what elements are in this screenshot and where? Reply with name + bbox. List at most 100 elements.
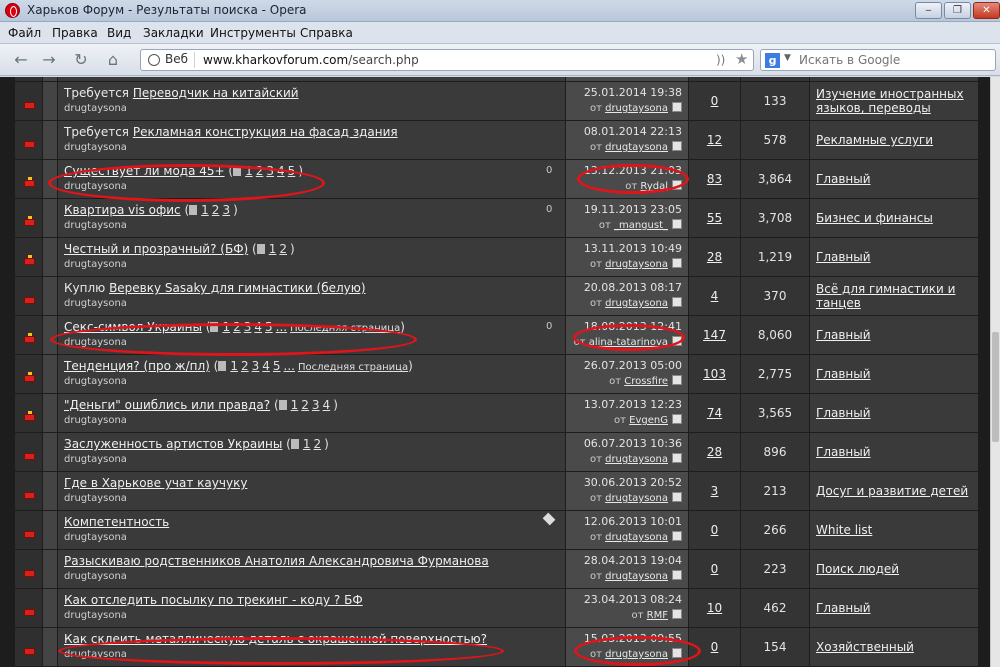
replies-link[interactable]: 10 <box>689 601 740 615</box>
page-link[interactable]: 2 <box>233 320 241 334</box>
page-link[interactable]: 4 <box>277 164 285 178</box>
thread-title-link[interactable]: Переводчик на китайский <box>133 86 299 100</box>
last-poster-link[interactable]: drugtaysona <box>605 142 668 153</box>
go-to-last-post-icon[interactable] <box>672 102 682 112</box>
author[interactable]: drugtaysona <box>64 103 127 114</box>
page-link[interactable]: 1 <box>222 320 230 334</box>
author[interactable]: drugtaysona <box>64 181 127 192</box>
go-to-last-post-icon[interactable] <box>672 531 682 541</box>
page-link[interactable]: 3 <box>244 320 252 334</box>
page-link[interactable]: 5 <box>288 164 296 178</box>
search-box[interactable]: g ▼ <box>760 49 996 71</box>
author[interactable]: drugtaysona <box>64 142 127 153</box>
page-link[interactable]: 3 <box>252 359 260 373</box>
thread-title-link[interactable]: Квартира vis офис <box>64 203 181 217</box>
forum-link[interactable]: Поиск людей <box>816 562 899 576</box>
menu-view[interactable]: Вид <box>107 26 131 40</box>
last-poster-link[interactable]: drugtaysona <box>605 298 668 309</box>
author[interactable]: drugtaysona <box>64 493 127 504</box>
scrollbar[interactable] <box>990 77 1000 667</box>
last-page-link[interactable]: Последняя страница <box>290 323 400 334</box>
menu-bookmarks[interactable]: Закладки <box>143 26 204 40</box>
page-link[interactable]: 1 <box>303 437 311 451</box>
last-poster-link[interactable]: drugtaysona <box>605 571 668 582</box>
forum-link[interactable]: Бизнес и финансы <box>816 211 933 225</box>
address-bar[interactable]: Веб www.kharkovforum.com/search.php )) ★ <box>140 49 754 71</box>
forum-link[interactable]: Главный <box>816 328 871 342</box>
thread-title-link[interactable]: Веревку Sasaky для гимнастики (белую) <box>109 281 366 295</box>
page-link[interactable]: 1 <box>269 242 277 256</box>
thread-title-link[interactable]: Честный и прозрачный? (БФ) <box>64 242 248 256</box>
forum-link[interactable]: Хозяйственный <box>816 640 914 654</box>
author[interactable]: drugtaysona <box>64 220 127 231</box>
replies-link[interactable]: 83 <box>689 172 740 186</box>
last-poster-link[interactable]: RMF <box>647 610 668 621</box>
author[interactable]: drugtaysona <box>64 649 127 660</box>
replies-link[interactable]: 0 <box>689 523 740 537</box>
replies-link[interactable]: 103 <box>689 367 740 381</box>
chevron-down-icon[interactable]: ▼ <box>784 53 791 63</box>
page-link[interactable]: ... <box>276 320 287 334</box>
scrollbar-thumb[interactable] <box>992 332 999 442</box>
page-link[interactable]: ... <box>284 359 295 373</box>
replies-link[interactable]: 55 <box>689 211 740 225</box>
author[interactable]: drugtaysona <box>64 532 127 543</box>
author[interactable]: drugtaysona <box>64 337 127 348</box>
search-input[interactable] <box>799 53 989 67</box>
page-link[interactable]: 3 <box>312 398 320 412</box>
author[interactable]: drugtaysona <box>64 571 127 582</box>
forum-link[interactable]: Главный <box>816 601 871 615</box>
page-link[interactable]: 1 <box>201 203 209 217</box>
minimize-button[interactable]: ‒ <box>915 2 942 19</box>
page-link[interactable]: 1 <box>230 359 238 373</box>
page-link[interactable]: 4 <box>254 320 262 334</box>
page-link[interactable]: 2 <box>279 242 287 256</box>
url-text[interactable]: www.kharkovforum.com/search.php <box>203 53 419 67</box>
page-link[interactable]: 1 <box>291 398 299 412</box>
page-link[interactable]: 2 <box>301 398 309 412</box>
forum-link[interactable]: Рекламные услуги <box>816 133 933 147</box>
google-icon[interactable]: g <box>765 53 780 68</box>
go-to-last-post-icon[interactable] <box>672 336 682 346</box>
thread-title-link[interactable]: "Деньги" ошиблись или правда? <box>64 398 270 412</box>
rss-icon[interactable]: )) <box>716 53 725 67</box>
forum-link[interactable]: Всё для гимнастики и танцев <box>816 282 955 310</box>
thread-title-link[interactable]: Тенденция? (про ж/пл) <box>64 359 210 373</box>
last-poster-link[interactable]: drugtaysona <box>605 103 668 114</box>
menu-tools[interactable]: Инструменты <box>210 26 296 40</box>
author[interactable]: drugtaysona <box>64 415 127 426</box>
page-link[interactable]: 3 <box>266 164 274 178</box>
forward-icon[interactable]: → <box>38 50 60 70</box>
page-link[interactable]: 2 <box>256 164 264 178</box>
maximize-button[interactable]: ❐ <box>944 2 971 19</box>
go-to-last-post-icon[interactable] <box>672 648 682 658</box>
menu-file[interactable]: Файл <box>8 26 41 40</box>
thread-title-link[interactable]: Рекламная конструкция на фасад здания <box>133 125 398 139</box>
thread-title-link[interactable]: Как отследить посылку по трекинг - коду … <box>64 593 363 607</box>
thread-title-link[interactable]: Разыскиваю родственников Анатолия Алекса… <box>64 554 489 568</box>
author[interactable]: drugtaysona <box>64 298 127 309</box>
last-poster-link[interactable]: _mangust_ <box>614 220 668 231</box>
last-poster-link[interactable]: Crossfire <box>624 376 668 387</box>
thread-title-link[interactable]: Существует ли мода 45+ <box>64 164 225 178</box>
thread-title-link[interactable]: Заслуженность артистов Украины <box>64 437 282 451</box>
go-to-last-post-icon[interactable] <box>672 219 682 229</box>
go-to-last-post-icon[interactable] <box>672 180 682 190</box>
page-link[interactable]: 2 <box>314 437 322 451</box>
replies-link[interactable]: 3 <box>689 484 740 498</box>
page-link[interactable]: 4 <box>262 359 270 373</box>
forum-link[interactable]: Досуг и развитие детей <box>816 484 968 498</box>
page-link[interactable]: 5 <box>273 359 281 373</box>
replies-link[interactable]: 147 <box>689 328 740 342</box>
thread-title-link[interactable]: Секс-символ Украины <box>64 320 202 334</box>
bookmark-star-icon[interactable]: ★ <box>735 50 748 68</box>
replies-link[interactable]: 4 <box>689 289 740 303</box>
go-to-last-post-icon[interactable] <box>672 570 682 580</box>
replies-link[interactable]: 0 <box>689 640 740 654</box>
replies-link[interactable]: 74 <box>689 406 740 420</box>
thread-title-link[interactable]: Как склеить металлическую деталь с окраш… <box>64 632 487 646</box>
replies-link[interactable]: 28 <box>689 250 740 264</box>
go-to-last-post-icon[interactable] <box>672 141 682 151</box>
author[interactable]: drugtaysona <box>64 610 127 621</box>
forum-link[interactable]: Главный <box>816 406 871 420</box>
